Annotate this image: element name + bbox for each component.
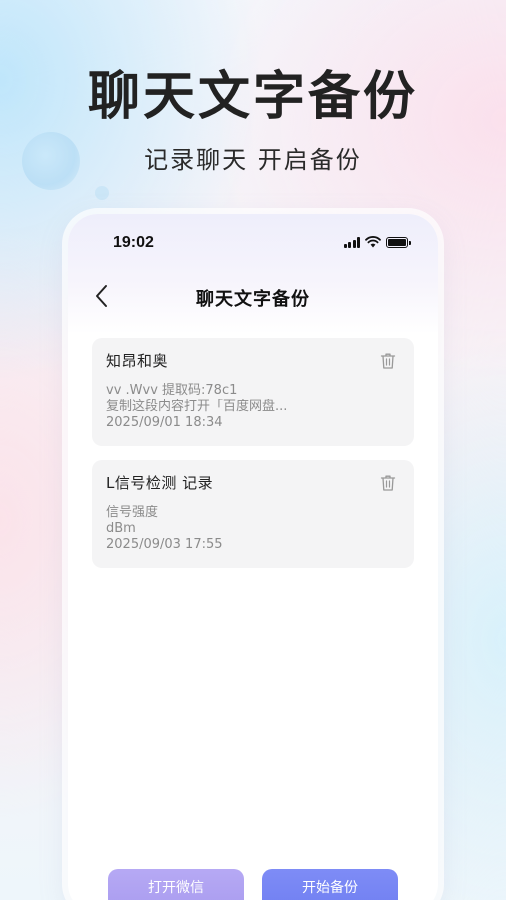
record-content-line: vv .Wvv 提取码:78c1 <box>106 383 238 398</box>
record-timestamp: 2025/09/03 17:55 <box>106 537 223 552</box>
open-wechat-button[interactable]: 打开微信 <box>108 869 244 900</box>
hero-title: 聊天文字备份 <box>87 67 418 127</box>
record-card[interactable]: L信号检测 记录 信号强度 dBm 2025/09/03 17:55 <box>92 460 414 568</box>
record-list: 知昂和奥 vv .Wvv 提取码:78c1 复制这段内容打开「百度网盘... 2… <box>92 338 414 582</box>
start-backup-button[interactable]: 开始备份 <box>262 869 398 900</box>
record-content-line: dBm <box>106 521 136 536</box>
record-timestamp: 2025/09/01 18:34 <box>106 415 223 430</box>
bottom-actions: 打开微信 开始备份 <box>108 869 398 900</box>
status-icons <box>343 236 411 248</box>
page-title: 聊天文字备份 <box>196 289 310 310</box>
signal-icon <box>343 236 360 248</box>
phone-mockup: 19:02 聊天文字备份 知昂和奥 vv .Wvv 提取码:78c1 复制这段内… <box>68 214 438 900</box>
status-time: 19:02 <box>113 234 154 251</box>
record-title: L信号检测 记录 <box>106 474 214 492</box>
record-title: 知昂和奥 <box>106 352 169 370</box>
record-content-line: 信号强度 <box>106 505 159 520</box>
hero-subtitle: 记录聊天 开启备份 <box>144 146 362 174</box>
nav-bar: 聊天文字备份 <box>68 280 438 314</box>
decorative-bubble-small <box>95 186 109 200</box>
status-bar: 19:02 <box>68 232 438 256</box>
trash-icon[interactable] <box>380 352 396 370</box>
record-card[interactable]: 知昂和奥 vv .Wvv 提取码:78c1 复制这段内容打开「百度网盘... 2… <box>92 338 414 446</box>
battery-icon <box>386 236 411 248</box>
trash-icon[interactable] <box>380 474 396 492</box>
wifi-icon <box>365 236 381 248</box>
record-content-line: 复制这段内容打开「百度网盘... <box>106 399 288 414</box>
